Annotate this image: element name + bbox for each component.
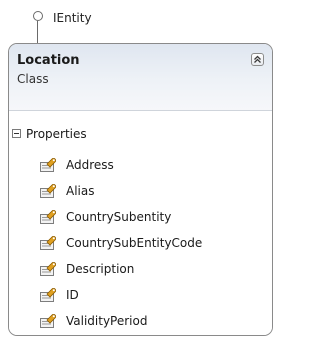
property-item[interactable]: Alias <box>9 179 259 205</box>
class-diagram: IEntity Location Class Properties Addres… <box>0 0 281 344</box>
class-name: Location <box>17 53 80 68</box>
property-icon <box>39 287 57 303</box>
collapse-button[interactable] <box>251 53 264 66</box>
property-item[interactable]: ID <box>9 283 259 309</box>
property-name: Description <box>66 262 135 276</box>
property-name: CountrySubentity <box>66 210 172 224</box>
section-title: Properties <box>26 127 87 141</box>
property-name: Address <box>66 158 114 172</box>
property-name: ValidityPeriod <box>66 314 148 328</box>
class-shape[interactable]: Location Class Properties Address Alias … <box>8 43 273 336</box>
class-body: Properties Address Alias CountrySubentit… <box>9 111 272 335</box>
interface-label: IEntity <box>53 11 92 25</box>
collapse-section-icon[interactable] <box>12 129 21 138</box>
class-header[interactable]: Location Class <box>9 44 272 111</box>
property-item[interactable]: CountrySubEntityCode <box>9 231 259 257</box>
property-icon <box>39 313 57 329</box>
properties-section-header[interactable]: Properties <box>9 125 272 143</box>
property-name: Alias <box>66 184 95 198</box>
property-item[interactable]: CountrySubentity <box>9 205 259 231</box>
property-icon <box>39 235 57 251</box>
interface-connector-line <box>37 21 38 44</box>
property-icon <box>39 261 57 277</box>
property-item[interactable]: Address <box>9 153 259 179</box>
property-icon <box>39 157 57 173</box>
property-item[interactable]: ValidityPeriod <box>9 309 259 335</box>
property-item[interactable]: Description <box>9 257 259 283</box>
interface-lollipop-icon <box>33 11 43 21</box>
properties-list: Address Alias CountrySubentity CountrySu… <box>9 153 259 335</box>
class-kind: Class <box>17 72 49 86</box>
property-name: CountrySubEntityCode <box>66 236 203 250</box>
double-chevron-up-icon <box>254 55 261 63</box>
property-name: ID <box>66 288 79 302</box>
property-icon <box>39 209 57 225</box>
property-icon <box>39 183 57 199</box>
